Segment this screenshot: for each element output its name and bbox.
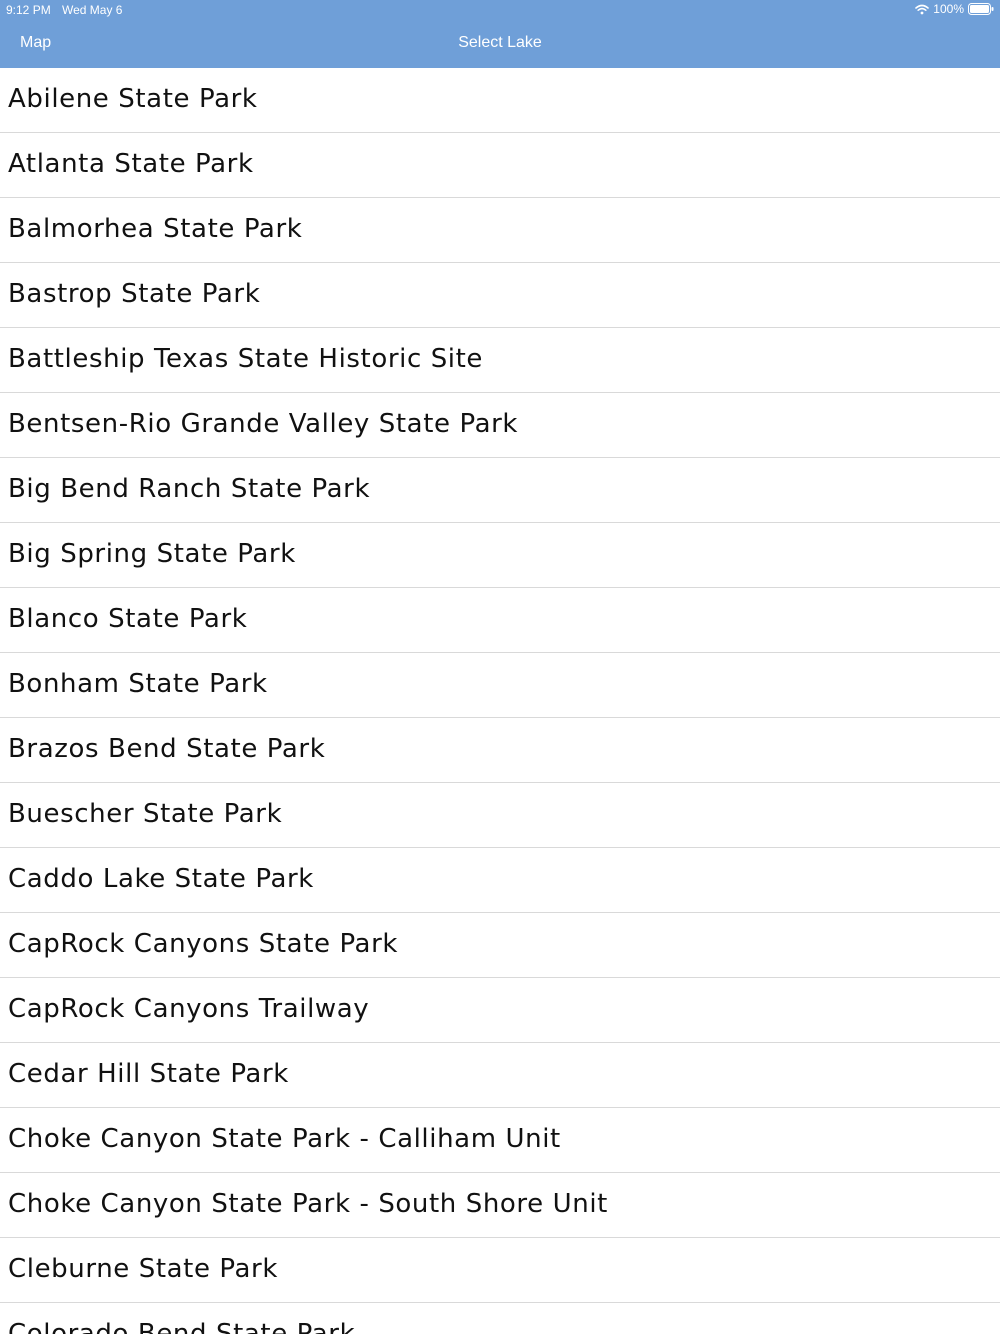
list-item-label: Big Spring State Park <box>8 539 296 569</box>
list-item-label: Buescher State Park <box>8 799 283 829</box>
list-item[interactable]: Battleship Texas State Historic Site <box>0 328 1000 393</box>
list-item-label: Bentsen-Rio Grande Valley State Park <box>8 409 519 439</box>
wifi-icon <box>915 4 930 15</box>
list-item-label: Choke Canyon State Park - Calliham Unit <box>8 1124 561 1154</box>
list-item[interactable]: CapRock Canyons Trailway <box>0 978 1000 1043</box>
list-item[interactable]: Bonham State Park <box>0 653 1000 718</box>
list-item-label: CapRock Canyons Trailway <box>8 994 370 1024</box>
battery-percent: 100% <box>933 2 964 16</box>
list-item-label: Balmorhea State Park <box>8 214 303 244</box>
status-date: Wed May 6 <box>62 3 123 17</box>
list-item[interactable]: Buescher State Park <box>0 783 1000 848</box>
app-header: 9:12 PM Wed May 6 100% Map Select Lake <box>0 0 1000 68</box>
list-item-label: Atlanta State Park <box>8 149 254 179</box>
list-item[interactable]: Cedar Hill State Park <box>0 1043 1000 1108</box>
list-item[interactable]: Caddo Lake State Park <box>0 848 1000 913</box>
list-item[interactable]: Atlanta State Park <box>0 133 1000 198</box>
battery-icon <box>968 3 994 15</box>
list-item[interactable]: Big Bend Ranch State Park <box>0 458 1000 523</box>
list-item-label: Cleburne State Park <box>8 1254 279 1284</box>
list-item-label: Colorado Bend State Park <box>8 1319 356 1334</box>
list-item[interactable]: Bastrop State Park <box>0 263 1000 328</box>
list-item-label: Choke Canyon State Park - South Shore Un… <box>8 1189 608 1219</box>
list-item[interactable]: Big Spring State Park <box>0 523 1000 588</box>
list-item[interactable]: CapRock Canyons State Park <box>0 913 1000 978</box>
status-indicators: 100% <box>915 2 994 16</box>
page-title: Select Lake <box>458 34 542 51</box>
status-time: 9:12 PM <box>6 3 51 17</box>
list-item-label: Big Bend Ranch State Park <box>8 474 371 504</box>
back-button-map[interactable]: Map <box>20 34 51 52</box>
list-item[interactable]: Cleburne State Park <box>0 1238 1000 1303</box>
list-item[interactable]: Brazos Bend State Park <box>0 718 1000 783</box>
status-bar: 9:12 PM Wed May 6 100% <box>0 0 1000 20</box>
list-item-label: Brazos Bend State Park <box>8 734 326 764</box>
list-item-label: Abilene State Park <box>8 84 258 114</box>
list-item[interactable]: Choke Canyon State Park - South Shore Un… <box>0 1173 1000 1238</box>
list-item[interactable]: Choke Canyon State Park - Calliham Unit <box>0 1108 1000 1173</box>
list-item[interactable]: Abilene State Park <box>0 68 1000 133</box>
list-item[interactable]: Colorado Bend State Park <box>0 1303 1000 1334</box>
park-list[interactable]: Abilene State Park Atlanta State Park Balm… <box>0 68 1000 1334</box>
list-item-label: Bonham State Park <box>8 669 268 699</box>
navigation-bar: Map Select Lake <box>0 20 1000 68</box>
list-item[interactable]: Bentsen-Rio Grande Valley State Park <box>0 393 1000 458</box>
list-item-label: Battleship Texas State Historic Site <box>8 344 484 374</box>
list-item-label: Cedar Hill State Park <box>8 1059 289 1089</box>
list-item-label: Bastrop State Park <box>8 279 261 309</box>
list-item[interactable]: Blanco State Park <box>0 588 1000 653</box>
list-item-label: Blanco State Park <box>8 604 248 634</box>
list-item[interactable]: Balmorhea State Park <box>0 198 1000 263</box>
list-item-label: CapRock Canyons State Park <box>8 929 399 959</box>
list-item-label: Caddo Lake State Park <box>8 864 314 894</box>
